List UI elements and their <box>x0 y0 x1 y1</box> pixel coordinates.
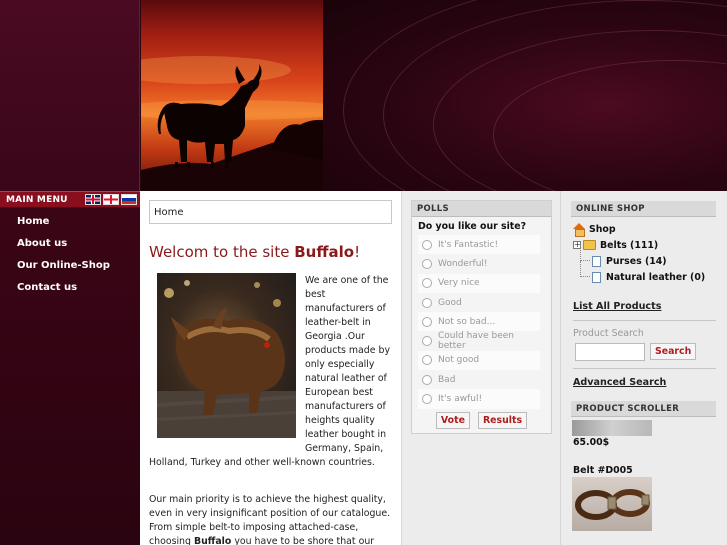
list-all-products-link[interactable]: List All Products <box>573 301 661 312</box>
poll-option[interactable]: Wonderful! <box>418 254 540 273</box>
tree-item-purses[interactable]: Purses (14) <box>573 245 721 269</box>
header-bull-silhouette-image <box>141 0 323 191</box>
intro-paragraph: We are one of the best manufacturers of … <box>149 274 391 470</box>
main-content: Home Welcom to the site Buffalo! We are … <box>140 191 401 545</box>
welcome-brand: Buffalo <box>294 243 355 261</box>
poll-option-label: It's Fantastic! <box>438 239 499 250</box>
priority-brand: Buffalo <box>193 536 232 545</box>
menu-item-shop: Our Online-Shop <box>0 255 140 277</box>
welcome-prefix: Welcom to the site <box>149 243 295 261</box>
poll-option-label: It's awful! <box>438 394 483 405</box>
radio-button[interactable] <box>422 258 432 269</box>
poll-option[interactable]: It's Fantastic! <box>418 235 540 255</box>
page-title: Welcom to the site Buffalo! <box>149 243 360 261</box>
polls-module: POLLS Do you like our site? It's Fantast… <box>411 200 552 434</box>
image-float-spacer <box>149 274 305 454</box>
poll-option[interactable]: It's awful! <box>418 389 540 409</box>
poll-question: Do you like our site? <box>418 221 527 232</box>
poll-option-label: Not good <box>438 355 480 366</box>
main-menu-title: MAIN MENU <box>6 194 68 205</box>
left-sidebar: MAIN MENU Home About us Our Online-Shop … <box>0 191 140 545</box>
menu-item-contact: Contact us <box>0 277 140 299</box>
tree-item-label[interactable]: Purses (14) <box>606 256 667 267</box>
page-icon <box>592 255 601 267</box>
radio-button[interactable] <box>422 239 432 250</box>
russia-flag-icon[interactable] <box>121 194 137 205</box>
online-shop-header: ONLINE SHOP <box>571 201 716 217</box>
radio-button[interactable] <box>422 374 432 385</box>
product-thumbnail[interactable] <box>572 420 652 436</box>
menu-item-about: About us <box>0 233 140 255</box>
polls-header: POLLS <box>412 201 551 217</box>
tree-root[interactable]: Shop <box>573 221 721 237</box>
priority-text-2: you have to be shore that our <box>231 536 375 545</box>
poll-option[interactable]: Could have been better <box>418 331 540 352</box>
menu-item-home: Home <box>0 211 140 233</box>
poll-options-list: It's Fantastic! Wonderful! Very nice Goo… <box>418 235 540 409</box>
radio-button[interactable] <box>422 394 432 405</box>
page-icon <box>592 271 601 283</box>
product-price: 65.00$ <box>573 437 610 448</box>
search-button[interactable]: Search <box>650 343 697 360</box>
priority-paragraph: Our main priority is to achieve the high… <box>149 493 391 545</box>
home-icon <box>573 223 585 237</box>
radio-button[interactable] <box>422 355 432 366</box>
radio-button[interactable] <box>422 316 432 327</box>
divider <box>573 368 716 369</box>
radio-button[interactable] <box>422 278 432 289</box>
poll-option-label: Good <box>438 297 462 308</box>
product-name[interactable]: Belt #D005 <box>573 465 633 476</box>
menu-link-contact[interactable]: Contact us <box>17 282 77 293</box>
radio-button[interactable] <box>422 297 432 308</box>
product-scroller-header: PRODUCT SCROLLER <box>571 401 716 417</box>
product-search-input[interactable] <box>575 343 645 361</box>
belt-product-image[interactable] <box>572 477 652 531</box>
tree-root-label[interactable]: Shop <box>589 224 616 235</box>
radio-button[interactable] <box>422 336 432 347</box>
welcome-suffix: ! <box>354 243 361 261</box>
right-column: ONLINE SHOP Shop + Belts (111) Purses (1… <box>560 191 727 545</box>
menu-link-about[interactable]: About us <box>17 238 67 249</box>
header-decorative-panel <box>323 0 727 191</box>
poll-option[interactable]: Not so bad... <box>418 312 540 332</box>
tree-item-belts[interactable]: + Belts (111) <box>573 237 721 253</box>
menu-link-online-shop[interactable]: Our Online-Shop <box>17 260 110 271</box>
results-button[interactable]: Results <box>477 411 528 429</box>
poll-option[interactable]: Very nice <box>418 273 540 293</box>
language-switcher <box>85 194 137 205</box>
header-left-panel <box>0 0 140 191</box>
main-menu-list: Home About us Our Online-Shop Contact us <box>0 208 140 299</box>
poll-option-label: Bad <box>438 374 456 385</box>
divider <box>573 320 716 321</box>
menu-link-home[interactable]: Home <box>17 216 49 227</box>
poll-option-label: Wonderful! <box>438 258 488 269</box>
poll-option[interactable]: Not good <box>418 350 540 371</box>
tree-item-label[interactable]: Natural leather (0) <box>606 272 705 283</box>
uk-flag-icon[interactable] <box>85 194 101 205</box>
breadcrumb[interactable]: Home <box>149 200 392 224</box>
tree-connector <box>580 261 590 277</box>
advanced-search-link[interactable]: Advanced Search <box>573 377 666 388</box>
poll-option-label: Very nice <box>438 278 480 289</box>
georgia-flag-icon[interactable] <box>103 194 119 205</box>
poll-option-label: Not so bad... <box>438 316 496 327</box>
poll-buttons: Vote Results <box>412 411 551 429</box>
vote-button[interactable]: Vote <box>435 411 470 429</box>
product-search-label: Product Search <box>573 328 644 339</box>
poll-option[interactable]: Good <box>418 293 540 312</box>
tree-item-natural-leather[interactable]: Natural leather (0) <box>573 261 721 285</box>
poll-option-label: Could have been better <box>438 331 515 352</box>
polls-column: POLLS Do you like our site? It's Fantast… <box>401 191 560 545</box>
poll-option[interactable]: Bad <box>418 370 540 389</box>
tree-connector <box>580 245 590 261</box>
category-tree: Shop + Belts (111) Purses (14) Natural l… <box>573 221 721 285</box>
tree-item-label[interactable]: Belts (111) <box>600 240 658 251</box>
site-header <box>0 0 727 191</box>
main-menu-header: MAIN MENU <box>0 191 140 208</box>
